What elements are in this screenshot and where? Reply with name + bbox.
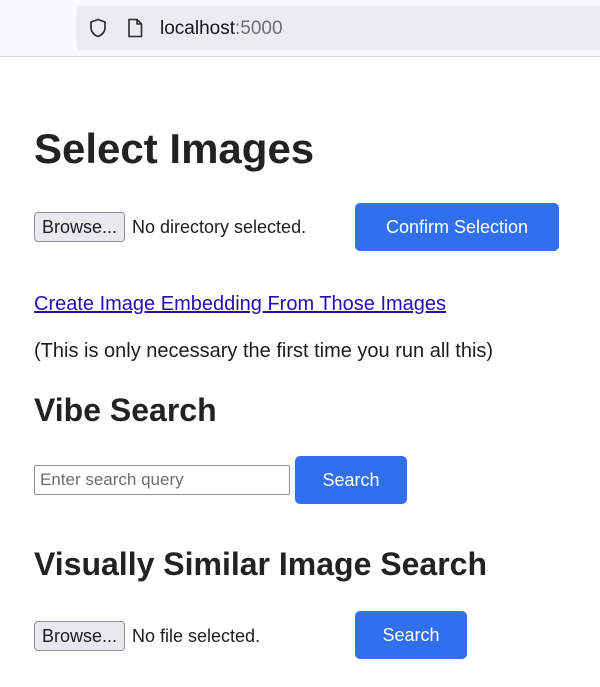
vibe-search-button[interactable]: Search [295, 456, 407, 504]
page-icon[interactable] [126, 18, 144, 38]
browse-directory-button[interactable]: Browse... [34, 212, 126, 242]
url-host: localhost [160, 18, 235, 39]
select-images-heading: Select Images [34, 125, 315, 172]
browse-file-button[interactable]: Browse... [34, 621, 126, 651]
create-embedding-link[interactable]: Create Image Embedding From Those Images [34, 292, 446, 316]
address-bar[interactable]: localhost:5000 [76, 6, 600, 50]
similar-search-heading: Visually Similar Image Search [34, 546, 487, 582]
directory-status-text: No directory selected. [132, 217, 307, 237]
search-query-input[interactable] [34, 465, 290, 495]
url-text[interactable]: localhost:5000 [160, 18, 283, 40]
shield-icon[interactable] [88, 18, 108, 38]
similar-search-button[interactable]: Search [355, 611, 467, 659]
confirm-selection-button[interactable]: Confirm Selection [355, 203, 559, 251]
browser-toolbar: localhost:5000 [0, 0, 600, 57]
embedding-note: (This is only necessary the first time y… [34, 340, 494, 362]
vibe-search-heading: Vibe Search [34, 392, 217, 428]
url-port: :5000 [235, 18, 283, 39]
file-status-text: No file selected. [132, 626, 261, 646]
